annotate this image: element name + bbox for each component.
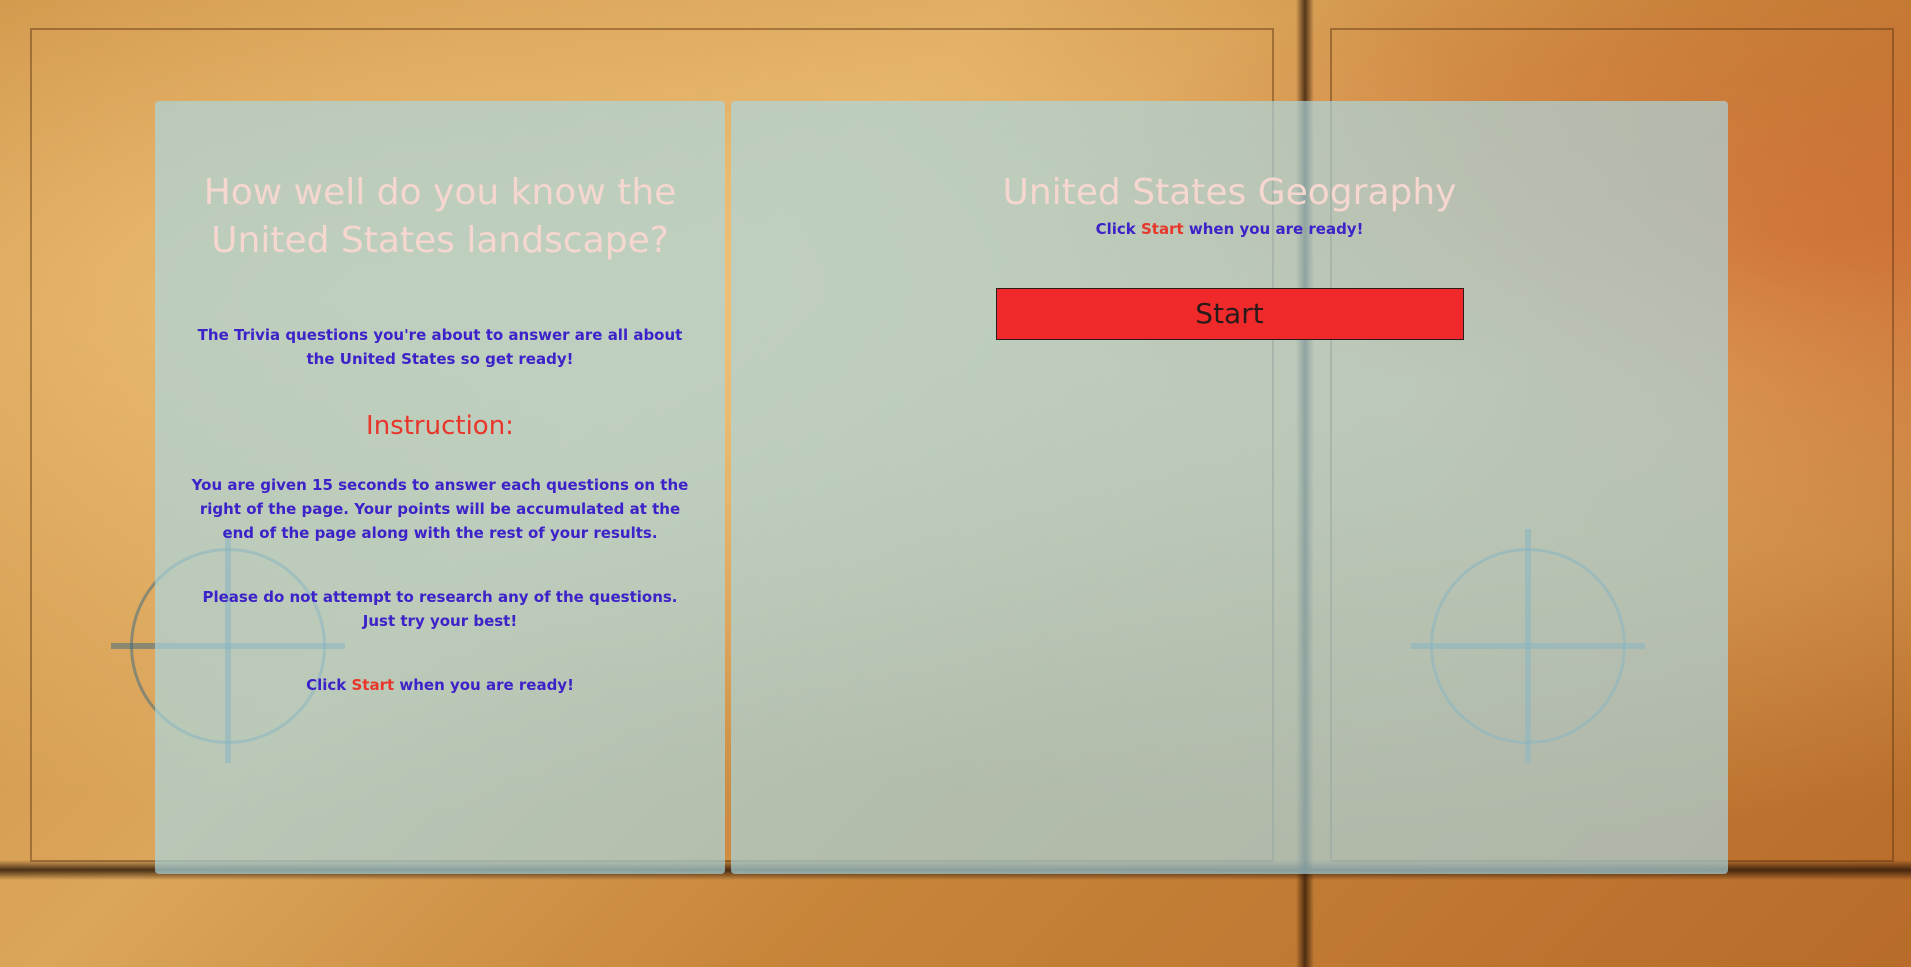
start-button[interactable]: Start	[995, 288, 1464, 340]
quiz-ready-prefix: Click	[1095, 220, 1141, 238]
page-title: How well do you know the United States l…	[203, 172, 677, 261]
ready-prompt-prefix: Click	[306, 676, 352, 694]
info-panel: How well do you know the United States l…	[155, 101, 725, 874]
ready-prompt-start-word: Start	[351, 676, 395, 694]
quiz-ready-suffix: when you are ready!	[1183, 220, 1364, 238]
ready-prompt-suffix: when you are ready!	[394, 676, 574, 694]
quiz-ready-start-word: Start	[1140, 220, 1184, 238]
intro-text: The Trivia questions you're about to ans…	[197, 326, 683, 368]
quiz-ready-prompt: Click Start when you are ready!	[731, 217, 1728, 241]
quiz-panel: United States Geography Click Start when…	[731, 101, 1728, 874]
research-warning-text: Please do not attempt to research any of…	[202, 588, 678, 630]
ready-prompt: Click Start when you are ready!	[155, 673, 725, 697]
instruction-heading: Instruction:	[366, 411, 514, 441]
instruction-text: You are given 15 seconds to answer each …	[191, 476, 689, 542]
quiz-title: United States Geography	[1002, 172, 1457, 213]
